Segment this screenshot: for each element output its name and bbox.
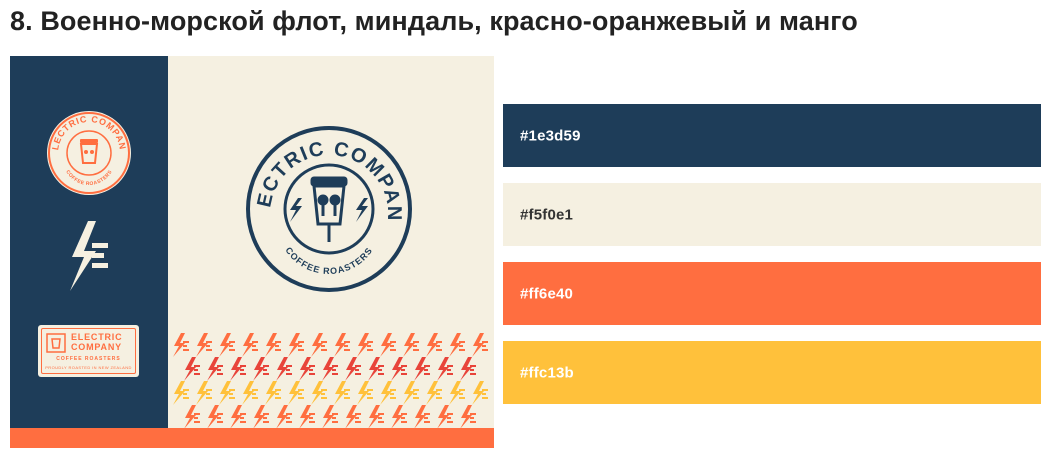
brand-identity-image: ELECTRIC COMPANY COFFEE ROASTERS ELECTRI… [10,56,494,448]
swatch-navy-label: #1e3d59 [520,127,581,144]
svg-text:COFFEE ROASTERS: COFFEE ROASTERS [283,245,374,276]
swatch-navy: #1e3d59 [503,104,1041,167]
swatch-red-orange: #ff6e40 [503,262,1041,325]
logo-coffee-cup-icon [310,176,348,242]
swatch-almond: #f5f0e1 [503,183,1041,246]
logo-arc-text: ELECTRIC COMPANY [244,124,404,222]
swatch-mango: #ffc13b [503,341,1041,404]
page-title: 8. Военно-морской флот, миндаль, красно-… [10,6,858,36]
label-name-line1: ELECTRIC [71,332,123,342]
label-name-line2: COMPANY [71,342,122,352]
logo-tagline: COFFEE ROASTERS [283,245,373,276]
label-cup-icon [46,333,66,353]
swatch-mango-label: #ffc13b [520,364,574,381]
swatch-red-orange-label: #ff6e40 [520,285,574,302]
left-bolt-icon [290,198,302,222]
lightning-e-icon [70,221,108,291]
small-round-badge: ELECTRIC COMPANY COFFEE ROASTERS [45,109,131,195]
right-bolt-icon [356,198,368,222]
swatch-almond-label: #f5f0e1 [520,206,574,223]
label-tagline: COFFEE ROASTERS [56,356,121,362]
main-round-logo: ELECTRIC COMPANY COFFEE ROASTERS [244,124,412,292]
svg-text:ELECTRIC COMPANY: ELECTRIC COMPANY [244,124,405,222]
lightning-pattern [173,333,488,428]
orange-bottom-band [10,428,494,448]
label-footnote: PROUDLY ROASTED IN NEW ZEALAND [45,365,132,370]
rectangular-label: ELECTRIC COMPANY COFFEE ROASTERS PROUDLY… [38,325,139,377]
